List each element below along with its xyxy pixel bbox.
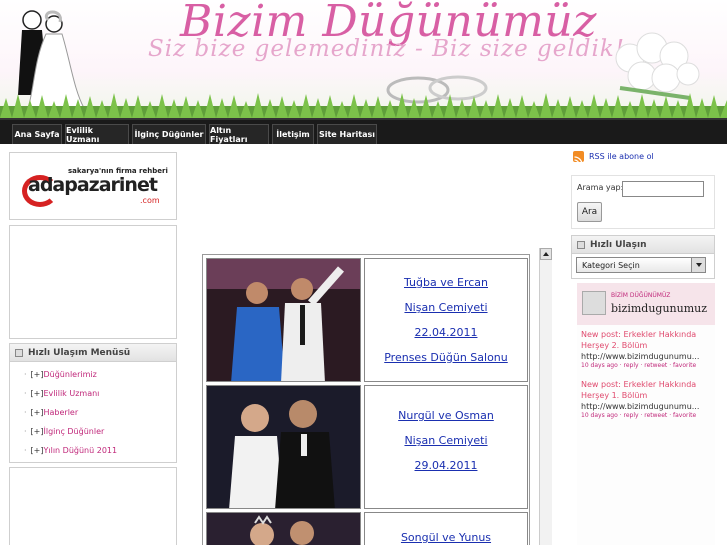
header-banner: Bizim Düğünümüz Siz bize gelemediniz - B… [0,0,727,118]
chevron-down-icon[interactable] [691,258,705,272]
tweet-meta[interactable]: 10 days ago · reply · retweet · favorite [581,362,696,369]
content-scrollbar[interactable] [539,248,552,545]
quick-access-title: Hızlı Ulaşın [590,239,647,250]
tweet-meta[interactable]: 10 days ago · reply · retweet · favorite [581,412,696,419]
event-link[interactable]: Nişan Cemiyeti [365,434,527,447]
search-input[interactable] [622,181,704,197]
menu-item-interesting-weddings[interactable]: · [+] İlginç Düğünler [24,425,104,437]
nav-contact[interactable]: İletişim [272,124,314,144]
tweet-url[interactable]: http://www.bizimdugunumu... [581,351,713,362]
search-label: Arama yap: [577,183,624,192]
quick-menu-header: Hızlı Ulaşım Menüsü [10,344,176,362]
ad-tld: .com [140,196,160,205]
tweet-text[interactable]: New post: Erkekler Hakkında Herşey 1. Bö… [581,379,713,401]
wedding-info-cell: Nurgül ve Osman Nişan Cemiyeti 29.04.201… [364,385,528,509]
rss-glyph [574,156,583,165]
nav-gold-prices[interactable]: Altın Fiyatları [209,124,269,144]
ad-panel: sakarya'nın firma rehberi adapazarinet .… [9,152,177,220]
twitter-widget: BİZİM DÜĞÜNÜMÜZ bizimdugunumuz New post:… [577,283,715,545]
main-nav: Ana Sayfa Evlilik Uzmanı İlginç Düğünler… [0,118,727,144]
tweet: New post: Erkekler Hakkında Herşey 1. Bö… [581,379,713,412]
weddings-table: Tuğba ve Ercan Nişan Cemiyeti 22.04.2011… [202,254,530,545]
wedding-photo[interactable] [206,258,361,382]
ad-brand[interactable]: adapazarinet [28,174,158,196]
twitter-profile-title: BİZİM DÜĞÜNÜMÜZ [611,292,671,299]
couple-photo [207,386,360,508]
site-subtitle: Siz bize gelemediniz - Biz size geldik! [148,36,625,62]
menu-item-marriage-expert[interactable]: · [+] Evlilik Uzmanı [24,387,99,399]
left-bottom-panel [9,467,177,545]
twitter-handle[interactable]: bizimdugunumuz [611,302,707,315]
empty-ad-panel [9,225,177,339]
menu-item-news[interactable]: · [+] Haberler [24,406,78,418]
nav-marriage-expert[interactable]: Evlilik Uzmanı [65,124,129,144]
menu-item-weddings[interactable]: · [+] Düğünlerimiz [24,368,97,380]
grass-decoration [0,93,727,118]
nav-interesting-weddings[interactable]: İlginç Düğünler [132,124,206,144]
quick-menu-title: Hızlı Ulaşım Menüsü [28,347,131,358]
page: Bizim Düğünümüz Siz bize gelemediniz - B… [0,0,727,545]
tweet: New post: Erkekler Hakkında Herşey 2. Bö… [581,329,713,362]
category-select-value: Kategori Seçin [582,260,640,270]
tweet-url[interactable]: http://www.bizimdugunumu... [581,401,713,412]
tweet-text[interactable]: New post: Erkekler Hakkında Herşey 2. Bö… [581,329,713,351]
scroll-up-arrow[interactable] [540,248,552,260]
dancing-couple-photo [207,259,360,381]
wedding-info-cell: Songül ve Yunus [364,512,528,545]
rss-subscribe-link[interactable]: RSS ile abone ol [589,152,654,161]
date-link[interactable]: 22.04.2011 [365,326,527,339]
venue-link[interactable]: Prenses Düğün Salonu [365,351,527,364]
event-link[interactable]: Nişan Cemiyeti [365,301,527,314]
couple-photo [207,513,360,545]
quick-menu-panel: Hızlı Ulaşım Menüsü · [+] Düğünlerimiz · [+… [9,343,177,463]
twitter-avatar[interactable] [582,291,606,315]
twitter-header: BİZİM DÜĞÜNÜMÜZ bizimdugunumuz [577,283,715,325]
wedding-photo[interactable] [206,385,361,509]
menu-item-wedding-of-year[interactable]: · [+] Yılın Düğünü 2011 [24,444,117,456]
wedding-info-cell: Tuğba ve Ercan Nişan Cemiyeti 22.04.2011… [364,258,528,382]
nav-home[interactable]: Ana Sayfa [12,124,62,144]
box-icon [15,349,23,357]
couple-link[interactable]: Tuğba ve Ercan [365,276,527,289]
date-link[interactable]: 29.04.2011 [365,459,527,472]
wedding-photo[interactable] [206,512,361,545]
search-button[interactable]: Ara [577,202,602,222]
nav-sitemap[interactable]: Site Haritası [317,124,377,144]
rss-icon[interactable] [573,151,584,165]
box-icon [577,241,585,249]
quick-access-header: Hızlı Ulaşın [572,236,714,254]
couple-link[interactable]: Nurgül ve Osman [365,409,527,422]
category-select[interactable]: Kategori Seçin [576,257,706,273]
couple-link[interactable]: Songül ve Yunus [365,531,527,544]
